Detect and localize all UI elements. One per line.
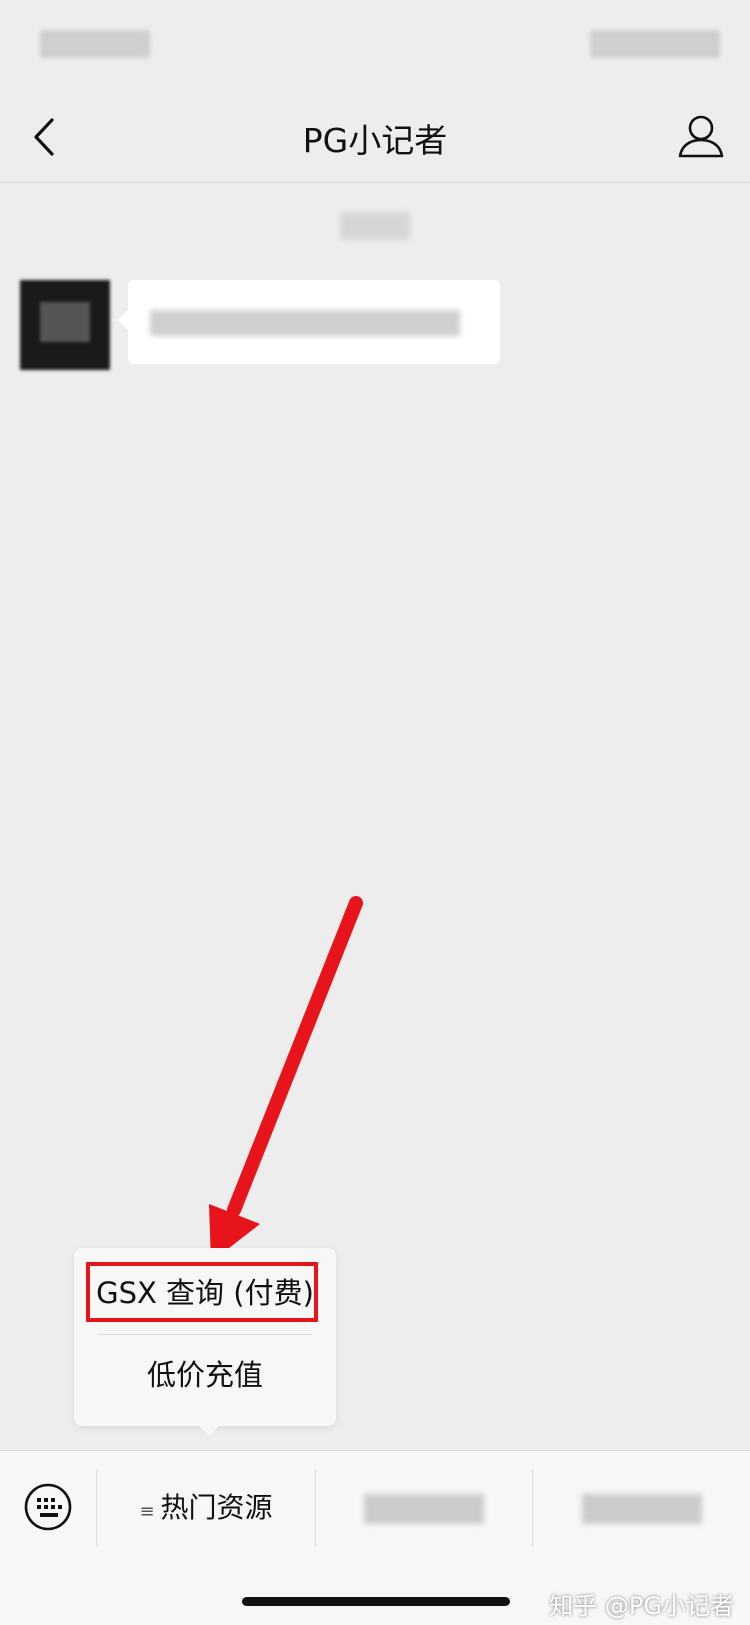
menu-lines-icon: ≡ <box>139 1501 155 1522</box>
watermark: 知乎 @PG小记者 <box>549 1592 734 1620</box>
keyboard-toggle-button[interactable] <box>22 1481 74 1533</box>
menu-tab-2[interactable] <box>316 1469 532 1547</box>
home-indicator <box>242 1597 510 1606</box>
popup-menu: GSX 查询 (付费) 低价充值 <box>74 1248 336 1436</box>
menu-tab-label-blurred <box>364 1493 484 1524</box>
annotation-highlight-box <box>86 1262 318 1322</box>
keyboard-icon <box>24 1483 72 1531</box>
menu-tab-hot-resources[interactable]: ≡ 热门资源 <box>97 1469 315 1547</box>
popup-divider <box>98 1334 312 1335</box>
menu-tab-3[interactable] <box>533 1469 750 1547</box>
recharge-menu-item[interactable]: 低价充值 <box>74 1348 336 1402</box>
menu-tab-label: 热门资源 <box>160 1491 273 1524</box>
menu-tab-label-blurred <box>581 1493 702 1524</box>
